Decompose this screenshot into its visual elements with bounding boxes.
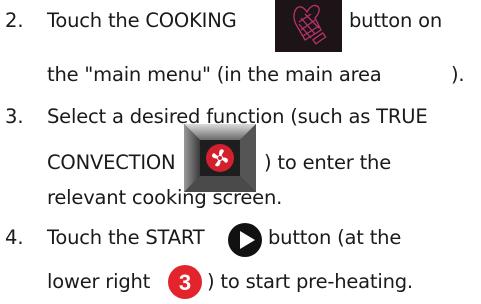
step-3-line-2-post: ) to enter the [264,151,391,174]
step-number: 2. [5,9,24,32]
step-2-line-1-post: button on [349,9,443,32]
step-2-line-1-pre: Touch the COOKING [47,9,237,32]
step-3-line-3: relevant cooking screen. [47,186,283,209]
cooking-mitt-icon [275,0,342,52]
step-number: 3. [5,105,24,128]
badge-number: 3 [179,270,191,295]
start-play-icon [227,222,263,258]
step-4-line-1-pre: Touch the START [47,226,205,249]
instruction-document: 2. Touch the COOKING button on the "main… [0,0,481,299]
true-convection-fan-icon [184,124,256,192]
step-3-line-2-pre: CONVECTION [47,151,176,174]
step-4-line-2-post: ) to start pre-heating. [207,270,413,293]
step-number: 4. [5,226,24,249]
step-2-line-2-pre: the "main menu" (in the main area [47,63,382,86]
step-4-line-1-post: button (at the [268,226,402,249]
step-2-line-2-post: ). [451,63,465,86]
position-badge-icon: 3 [167,264,203,300]
step-4-line-2-pre: lower right [47,270,151,293]
